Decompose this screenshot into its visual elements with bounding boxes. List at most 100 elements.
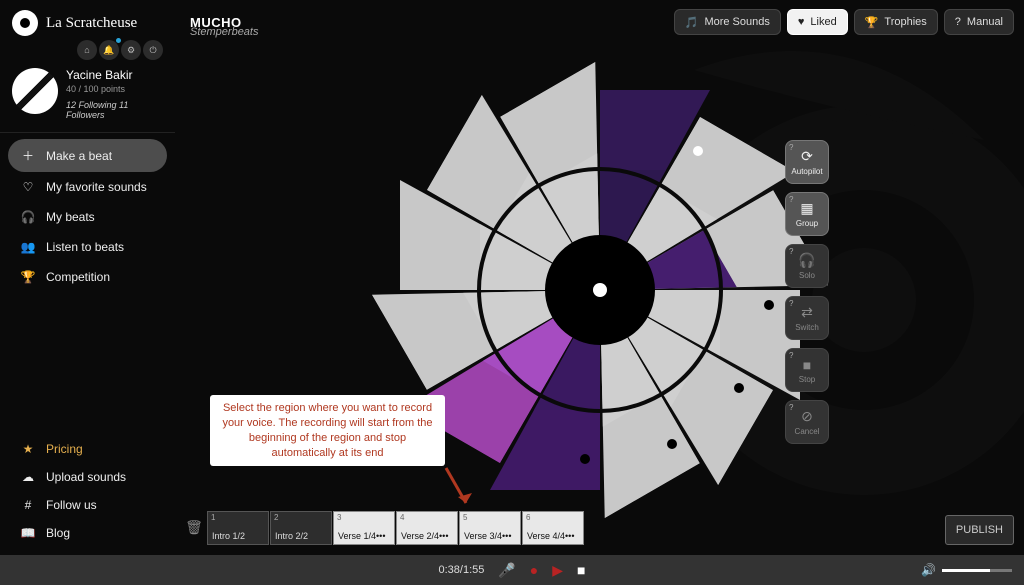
slot-dot-icon: [693, 146, 703, 156]
region-label: Verse 4/4•••: [527, 531, 574, 541]
notifications-icon[interactable]: 🔔: [99, 40, 119, 60]
logo[interactable]: La Scratcheuse: [0, 0, 175, 40]
volume-slider[interactable]: [942, 569, 1012, 572]
nav-label: Blog: [46, 526, 70, 540]
power-icon[interactable]: ⏻: [143, 40, 163, 60]
btn-label: Autopilot: [791, 167, 822, 176]
nav-label: Follow us: [46, 498, 97, 512]
timeline-region[interactable]: 2 Intro 2/2: [270, 511, 332, 545]
trash-icon[interactable]: 🗑: [185, 519, 203, 536]
btn-label: Solo: [799, 271, 815, 280]
btn-label: Manual: [967, 16, 1003, 28]
publish-button[interactable]: PUBLISH: [945, 515, 1014, 545]
cancel-icon: ⊘: [801, 408, 813, 425]
tutorial-tooltip: Select the region where you want to reco…: [210, 395, 445, 466]
grid-icon: ▦: [800, 200, 813, 217]
heart-fill-icon: ♥: [798, 16, 805, 28]
trophy-icon: 🏆: [865, 16, 879, 29]
timeline-region[interactable]: 3 Verse 1/4•••: [333, 511, 395, 545]
user-quick-icons: ⌂ 🔔 ⚙ ⏻: [0, 40, 175, 66]
nav-blog[interactable]: 📖 Blog: [8, 519, 167, 547]
btn-label: Cancel: [795, 427, 820, 436]
trophies-button[interactable]: 🏆 Trophies: [854, 9, 938, 35]
wheel-hub: [545, 235, 655, 345]
region-label: Intro 2/2: [275, 531, 308, 541]
nav-pricing[interactable]: ★ Pricing: [8, 435, 167, 463]
timeline: 🗑 1 Intro 1/2 2 Intro 2/2 3 Verse 1/4••• 4 Vers…: [185, 509, 1014, 545]
nav-favorite[interactable]: ♡ My favorite sounds: [8, 172, 167, 202]
transport-time: 0:38/1:55: [438, 564, 484, 576]
nav-my-beats[interactable]: 🎧 My beats: [8, 202, 167, 232]
volume-control[interactable]: 🔊: [921, 563, 1012, 577]
community-icon: 👥: [20, 240, 36, 254]
mic-icon[interactable]: 🎤: [498, 562, 515, 579]
slot-dot-icon: [667, 439, 677, 449]
plus-icon: ＋: [20, 147, 36, 164]
liked-button[interactable]: ♥ Liked: [787, 9, 848, 35]
autopilot-button[interactable]: ?⟳Autopilot: [785, 140, 829, 184]
region-index: 6: [526, 513, 530, 522]
timeline-region[interactable]: 1 Intro 1/2: [207, 511, 269, 545]
region-index: 1: [211, 513, 215, 522]
transport-bar: 0:38/1:55 🎤 ● ▶ ■ 🔊: [0, 555, 1024, 585]
home-icon[interactable]: ⌂: [77, 40, 97, 60]
book-icon: 📖: [20, 526, 36, 540]
nav-label: Pricing: [46, 442, 83, 456]
manual-button[interactable]: ? Manual: [944, 9, 1014, 35]
switch-button[interactable]: ?⇄Switch: [785, 296, 829, 340]
timeline-region[interactable]: 6 Verse 4/4•••: [522, 511, 584, 545]
nav-make-beat[interactable]: ＋ Make a beat: [8, 139, 167, 172]
nav-follow[interactable]: #Follow us: [8, 491, 167, 519]
region-label: Verse 1/4•••: [338, 531, 385, 541]
region-label: Verse 2/4•••: [401, 531, 448, 541]
heart-icon: ♡: [20, 180, 36, 194]
nav-label: My beats: [46, 210, 95, 224]
stop-button[interactable]: ■: [577, 562, 585, 578]
nav-upload[interactable]: ☁ Upload sounds: [8, 463, 167, 491]
nav-main: ＋ Make a beat ♡ My favorite sounds 🎧 My bea…: [0, 133, 175, 298]
speaker-icon: 🔊: [921, 563, 936, 577]
nav-listen[interactable]: 👥Listen to beats: [8, 232, 167, 262]
nav-label: Make a beat: [46, 149, 112, 163]
record-button[interactable]: ●: [530, 562, 538, 578]
nav-competition[interactable]: 🏆Competition: [8, 262, 167, 292]
header: MUCHO 🎵More Sounds ♥Liked 🏆Trophies ?Man…: [190, 8, 1014, 36]
swap-icon: ⇄: [801, 304, 813, 321]
btn-label: Liked: [810, 16, 836, 28]
wheel-controls: ?⟳Autopilot ?▦Group ?🎧Solo ?⇄Switch ?■St…: [785, 140, 829, 444]
btn-label: Trophies: [884, 16, 926, 28]
sidebar: La Scratcheuse ⌂ 🔔 ⚙ ⏻ Yacine Bakir 40 /…: [0, 0, 175, 585]
region-index: 2: [274, 513, 278, 522]
headphones-icon: 🎧: [20, 210, 36, 224]
btn-label: Stop: [799, 375, 815, 384]
more-sounds-button[interactable]: 🎵More Sounds: [674, 9, 781, 35]
help-icon: ?: [955, 16, 961, 28]
sync-icon: ⟳: [801, 148, 813, 165]
user-area: Yacine Bakir 40 / 100 points 12 Followin…: [0, 66, 175, 133]
solo-button[interactable]: ?🎧Solo: [785, 244, 829, 288]
play-button[interactable]: ▶: [552, 562, 563, 579]
group-button[interactable]: ?▦Group: [785, 192, 829, 236]
user-name: Yacine Bakir: [66, 68, 163, 82]
nav-label: Upload sounds: [46, 470, 126, 484]
region-index: 4: [400, 513, 404, 522]
sample-wheel[interactable]: [400, 90, 800, 490]
avatar[interactable]: [12, 68, 58, 114]
cloud-upload-icon: ☁: [20, 470, 36, 484]
nav-label: My favorite sounds: [46, 180, 147, 194]
brand-name: La Scratcheuse: [46, 15, 137, 32]
track-artist: Stemperbeats: [190, 26, 258, 38]
btn-label: Group: [796, 219, 818, 228]
user-points: 40 / 100 points: [66, 84, 163, 94]
nav-label: Competition: [46, 270, 110, 284]
region-label: Intro 1/2: [212, 531, 245, 541]
cancel-button[interactable]: ?⊘Cancel: [785, 400, 829, 444]
stop-button-side[interactable]: ?■Stop: [785, 348, 829, 392]
stop-icon: ■: [803, 357, 811, 373]
star-icon: ★: [20, 442, 36, 456]
slot-dot-icon: [734, 383, 744, 393]
user-followers: 12 Following 11 Followers: [66, 100, 163, 120]
settings-icon[interactable]: ⚙: [121, 40, 141, 60]
tutorial-arrow-icon: [440, 465, 480, 520]
region-index: 3: [337, 513, 341, 522]
